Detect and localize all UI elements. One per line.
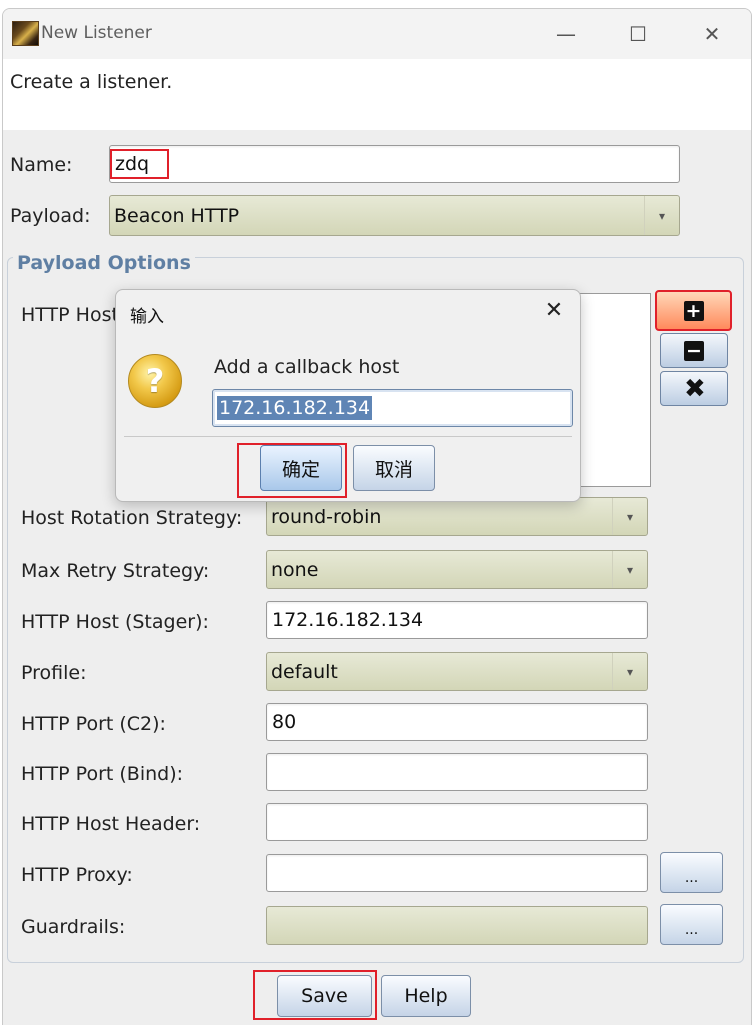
proxy-label: HTTP Proxy: [21,864,133,886]
name-input[interactable]: zdq [109,145,680,183]
question-icon: ? [128,354,182,408]
callback-host-input[interactable]: 172.16.182.134 [212,389,573,427]
close-button[interactable]: ✕ [687,19,737,49]
profile-select[interactable]: default ▾ [266,652,648,691]
max-retry-value: none [271,558,319,581]
help-button[interactable]: Help [381,975,471,1017]
clear-hosts-button[interactable]: ✖ [660,371,728,406]
guardrails-browse-button[interactable]: ... [660,904,723,945]
name-label: Name: [10,154,73,176]
callback-host-value: 172.16.182.134 [217,396,373,420]
proxy-input[interactable] [266,854,648,892]
port-c2-input[interactable]: 80 [266,703,648,741]
chevron-down-icon: ▾ [612,498,647,535]
chevron-down-icon: ▾ [612,551,647,588]
stager-value: 172.16.182.134 [272,609,424,631]
minus-icon: − [684,340,704,361]
host-rotation-select[interactable]: round-robin ▾ [266,497,648,536]
stager-label: HTTP Host (Stager): [21,611,209,633]
remove-host-button[interactable]: − [660,333,728,368]
guardrails-label: Guardrails: [21,916,126,938]
description-text: Create a listener. [10,71,173,93]
dialog-close-button[interactable]: ✕ [536,296,572,326]
cancel-button[interactable]: 取消 [353,445,435,491]
host-rotation-value: round-robin [271,505,382,528]
http-hosts-list[interactable] [579,293,651,487]
minimize-button[interactable]: — [541,19,591,49]
dialog-separator [124,436,572,437]
x-icon: ✖ [684,373,706,404]
chevron-down-icon: ▾ [644,196,679,235]
save-highlight-box [253,970,377,1020]
payload-select[interactable]: Beacon HTTP ▾ [109,195,680,236]
max-retry-select[interactable]: none ▾ [266,550,648,589]
maximize-button[interactable]: ☐ [613,19,663,49]
ok-highlight-box [237,443,347,498]
port-c2-label: HTTP Port (C2): [21,713,166,735]
app-icon [12,21,39,46]
description-panel: Create a listener. [3,59,751,130]
host-header-input[interactable] [266,803,648,841]
window-title: New Listener [41,23,152,43]
title-bar[interactable]: New Listener — ☐ ✕ [3,9,751,59]
port-c2-value: 80 [272,711,297,733]
stager-input[interactable]: 172.16.182.134 [266,601,648,639]
proxy-browse-button[interactable]: ... [660,852,723,893]
port-bind-input[interactable] [266,753,648,791]
profile-label: Profile: [21,662,87,684]
host-header-label: HTTP Host Header: [21,813,201,835]
dialog-message: Add a callback host [214,356,400,378]
payload-value: Beacon HTTP [114,204,240,227]
plus-icon: + [683,300,704,321]
max-retry-label: Max Retry Strategy: [21,560,210,582]
input-dialog: 输入 ✕ ? Add a callback host 172.16.182.13… [115,289,581,502]
payload-label: Payload: [10,205,91,227]
dialog-title: 输入 [130,307,164,327]
port-bind-label: HTTP Port (Bind): [21,763,184,785]
guardrails-field[interactable] [266,906,648,945]
profile-value: default [271,660,338,683]
chevron-down-icon: ▾ [612,653,647,690]
name-highlight-box [110,149,169,179]
payload-options-title: Payload Options [13,252,195,274]
add-host-button[interactable]: + [655,290,732,331]
host-rotation-label: Host Rotation Strategy: [21,507,243,529]
new-listener-window: New Listener — ☐ ✕ Create a listener. Na… [2,8,752,1025]
